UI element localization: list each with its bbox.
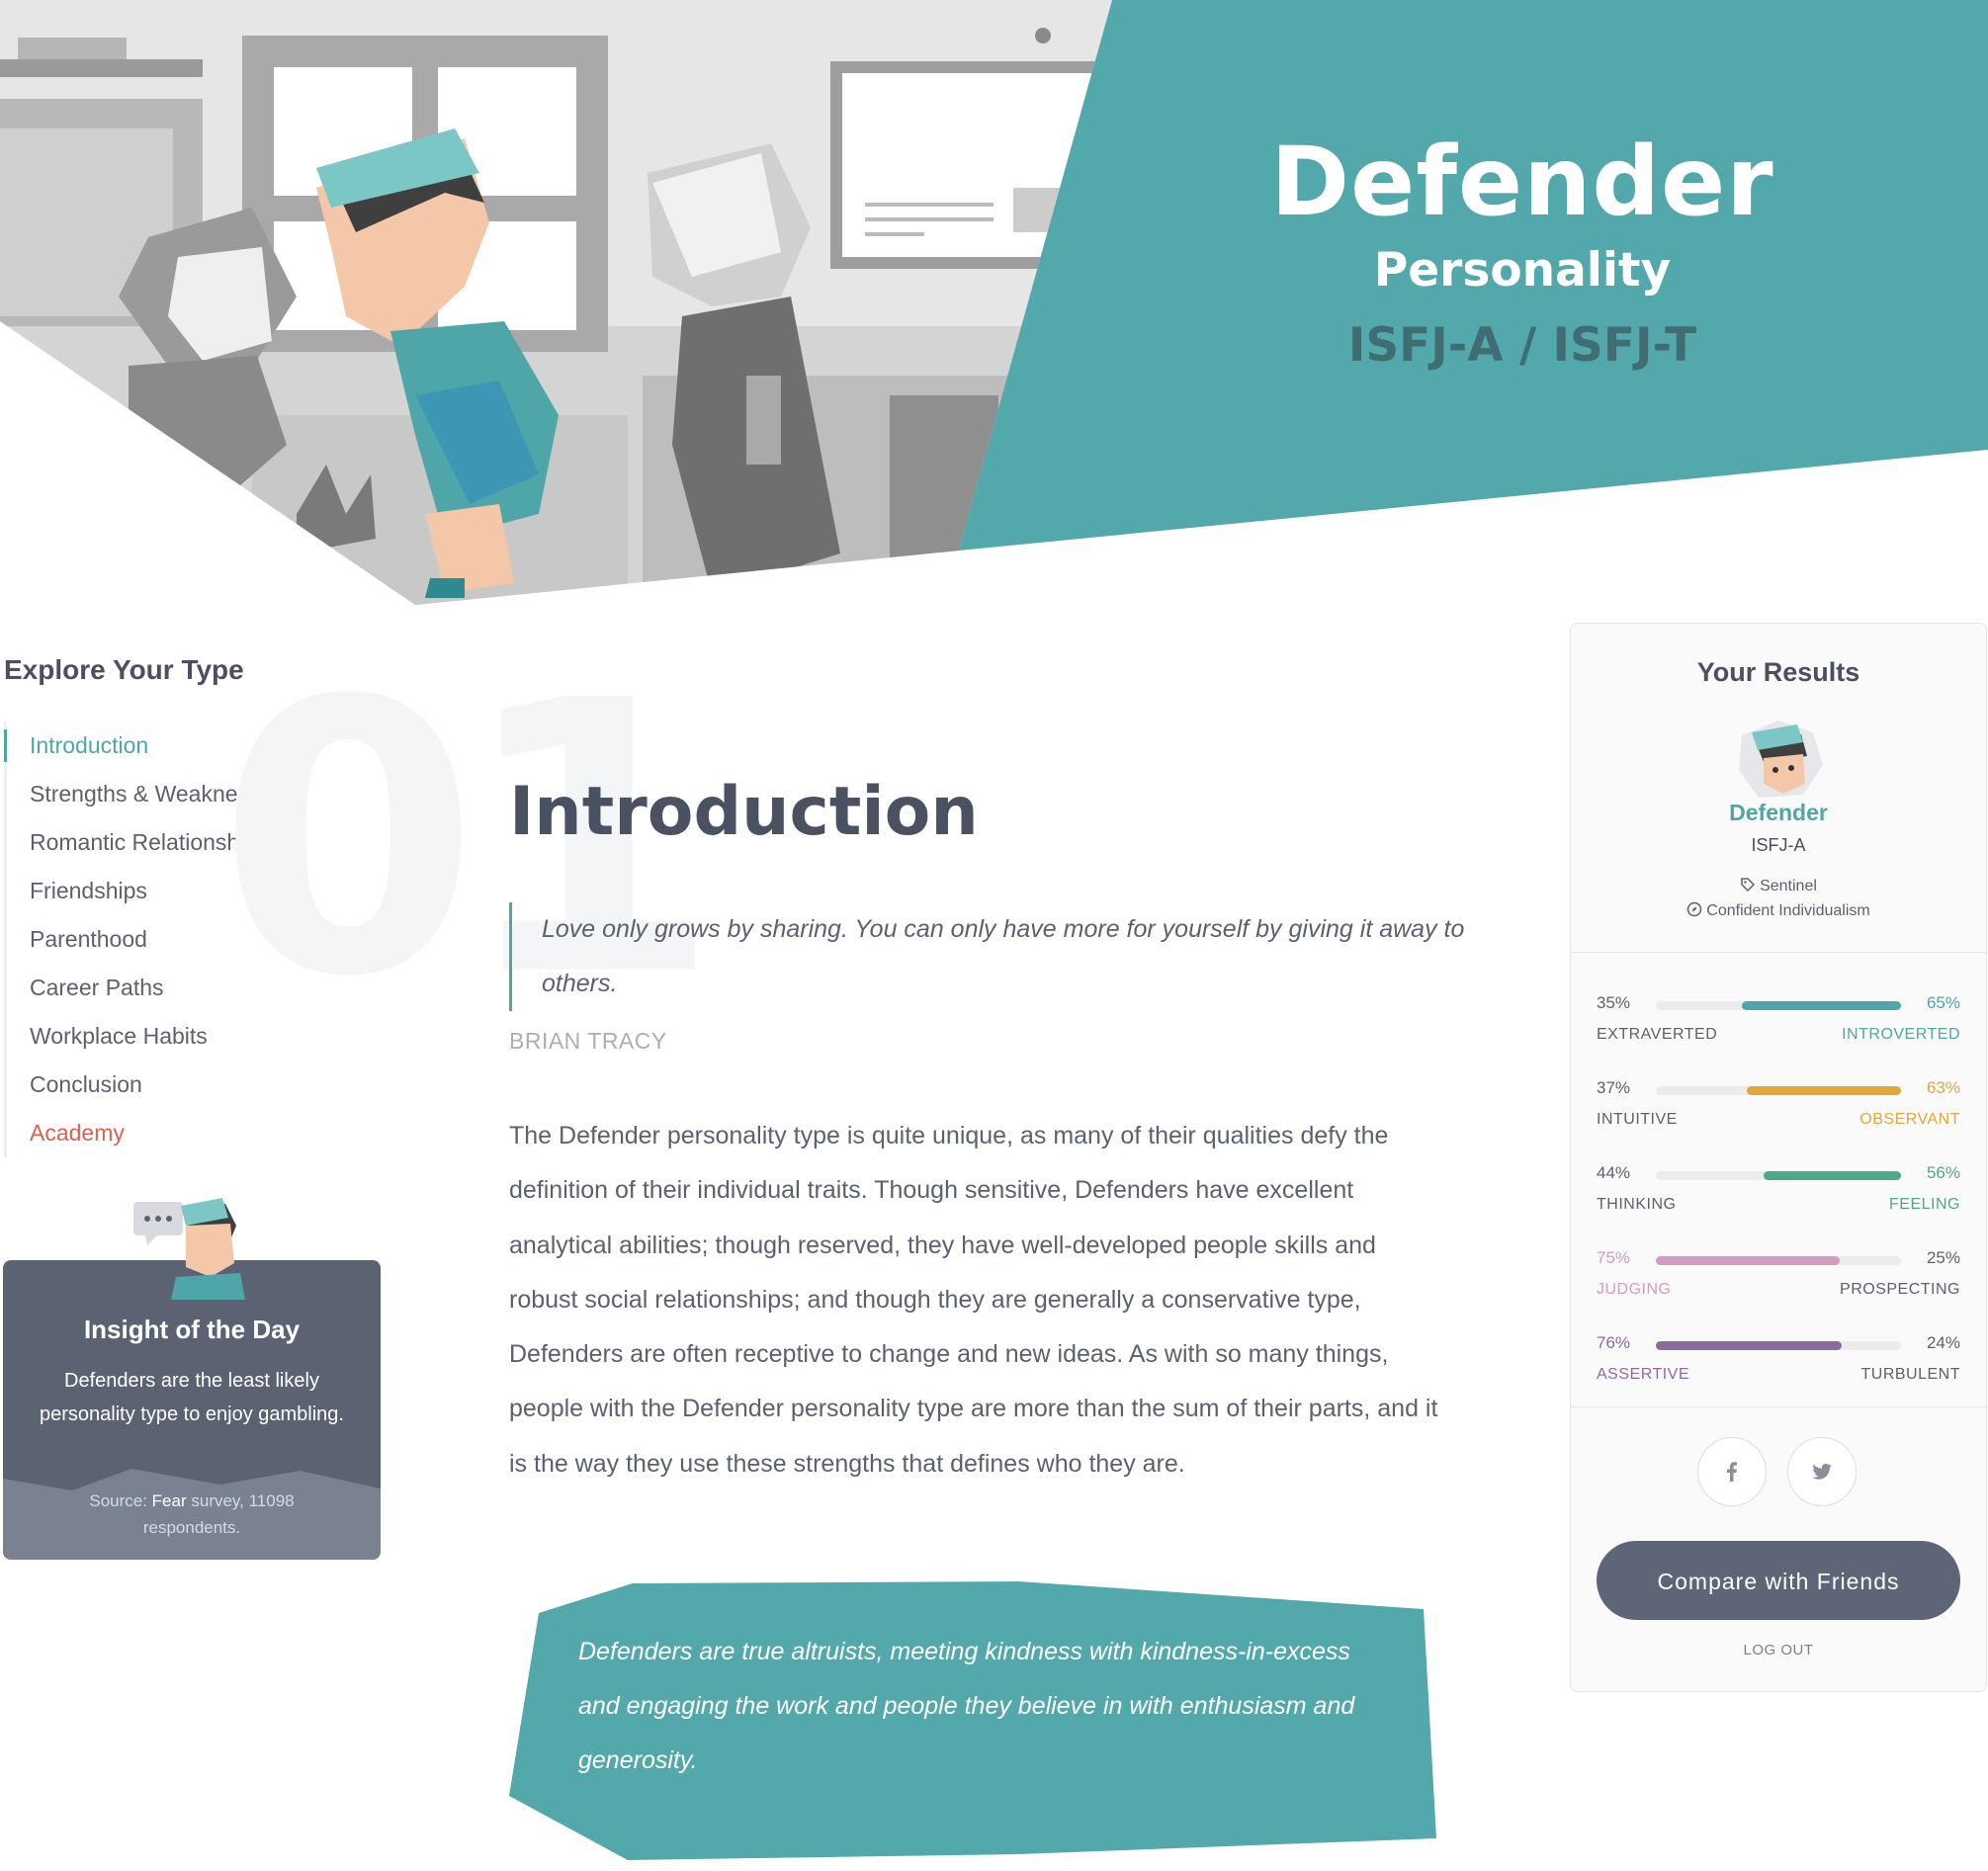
hero-illustration (0, 0, 1988, 605)
trait-row-mind[interactable]: 37% 63% INTUITIVE OBSERVANT (1597, 1078, 1960, 1138)
twitter-share-button[interactable] (1787, 1437, 1857, 1506)
trait-bar-fill (1764, 1171, 1901, 1180)
tag-icon (1741, 878, 1756, 893)
trait-right-label: FEELING (1889, 1196, 1960, 1213)
trait-left-pct: 44% (1597, 1163, 1631, 1182)
trait-left-pct: 75% (1597, 1248, 1631, 1267)
trait-bar-fill (1746, 1086, 1901, 1095)
trait-bar-track (1656, 1341, 1901, 1350)
results-title: Your Results (1696, 657, 1860, 687)
trait-left-pct: 37% (1597, 1078, 1631, 1097)
callout-text: Defenders are true altruists, meeting ki… (578, 1638, 1355, 1774)
trait-right-label: PROSPECTING (1840, 1281, 1960, 1298)
results-role-label: Sentinel (1760, 878, 1817, 894)
trait-right-label: TURBULENT (1860, 1366, 1960, 1383)
insight-source-name: Fear (151, 1491, 187, 1510)
trait-left-label: EXTRAVERTED (1597, 1026, 1718, 1043)
quote-text: Love only grows by sharing. You can only… (542, 915, 1465, 997)
insight-title: Insight of the Day (83, 1315, 301, 1344)
trait-bar-track (1656, 1001, 1901, 1010)
results-type-code: ISFJ-A (1751, 835, 1806, 855)
insight-source-prefix: Source: (89, 1491, 152, 1510)
hero-banner: Defender Personality ISFJ-A / ISFJ-T (0, 0, 1988, 613)
hero-type-codes: ISFJ-A / ISFJ-T (1347, 318, 1697, 373)
trait-right-label: INTROVERTED (1842, 1026, 1960, 1043)
trait-bar-track (1656, 1086, 1901, 1095)
nav-item-conclusion[interactable]: Conclusion (7, 1061, 303, 1109)
results-avatar-icon (1739, 721, 1823, 798)
trait-right-label: OBSERVANT (1859, 1111, 1960, 1128)
nav-item-academy[interactable]: Academy (7, 1109, 303, 1157)
quote-block: Love only grows by sharing. You can only… (509, 902, 1471, 1011)
trait-left-label: THINKING (1597, 1196, 1677, 1213)
callout-box: Defenders are true altruists, meeting ki… (509, 1573, 1440, 1860)
trait-row-energy[interactable]: 35% 65% EXTRAVERTED INTROVERTED (1597, 993, 1960, 1053)
trait-row-identity[interactable]: 76% 24% ASSERTIVE TURBULENT (1597, 1333, 1960, 1393)
results-divider (1571, 1406, 1986, 1407)
trait-left-label: JUDGING (1597, 1281, 1672, 1298)
trait-right-pct: 25% (1926, 1248, 1960, 1267)
section-title: Introduction (509, 773, 979, 851)
results-role[interactable]: Sentinel (1571, 877, 1986, 895)
intro-paragraph: The Defender personality type is quite u… (509, 1122, 1438, 1478)
hero-subtitle: Personality (1373, 243, 1672, 298)
trait-bar-track (1656, 1171, 1901, 1180)
trait-left-label: INTUITIVE (1597, 1111, 1678, 1128)
results-type-name: Defender (1729, 800, 1828, 825)
trait-left-pct: 76% (1597, 1333, 1631, 1352)
results-divider (1571, 952, 1986, 953)
trait-left-pct: 35% (1597, 993, 1631, 1012)
results-strategy[interactable]: Confident Individualism (1571, 901, 1986, 920)
trait-bar-fill (1741, 1001, 1901, 1010)
insight-avatar-icon (133, 1198, 245, 1300)
results-panel: Your Results Defender ISFJ-A Sentinel Co… (1570, 623, 1987, 1692)
trait-bar-fill (1656, 1341, 1843, 1350)
trait-row-nature[interactable]: 44% 56% THINKING FEELING (1597, 1163, 1960, 1223)
results-strategy-label: Confident Individualism (1706, 902, 1870, 919)
insight-card: Insight of the Day Defenders are the lea… (3, 1260, 381, 1560)
logout-link[interactable]: LOG OUT (1571, 1642, 1986, 1658)
facebook-share-button[interactable] (1697, 1437, 1767, 1506)
trait-right-pct: 24% (1926, 1333, 1960, 1352)
compass-icon (1687, 901, 1702, 917)
hero-type-name: Defender (1270, 127, 1774, 237)
trait-right-pct: 56% (1926, 1163, 1960, 1182)
explore-title: Explore Your Type (4, 654, 244, 685)
trait-right-pct: 63% (1926, 1078, 1960, 1097)
trait-row-tactics[interactable]: 75% 25% JUDGING PROSPECTING (1597, 1248, 1960, 1308)
twitter-icon (1812, 1463, 1832, 1480)
insight-source: Source: Fear survey, 11098 respondents. (43, 1488, 341, 1541)
trait-right-pct: 65% (1926, 993, 1960, 1012)
quote-author: BRIAN TRACY (509, 1028, 667, 1054)
insight-text: Defenders are the least likely personali… (40, 1370, 344, 1425)
trait-bar-fill (1656, 1256, 1840, 1265)
compare-with-friends-button[interactable]: Compare with Friends (1597, 1541, 1960, 1620)
trait-bar-track (1656, 1256, 1901, 1265)
facebook-icon (1727, 1462, 1737, 1482)
trait-left-label: ASSERTIVE (1597, 1366, 1690, 1383)
